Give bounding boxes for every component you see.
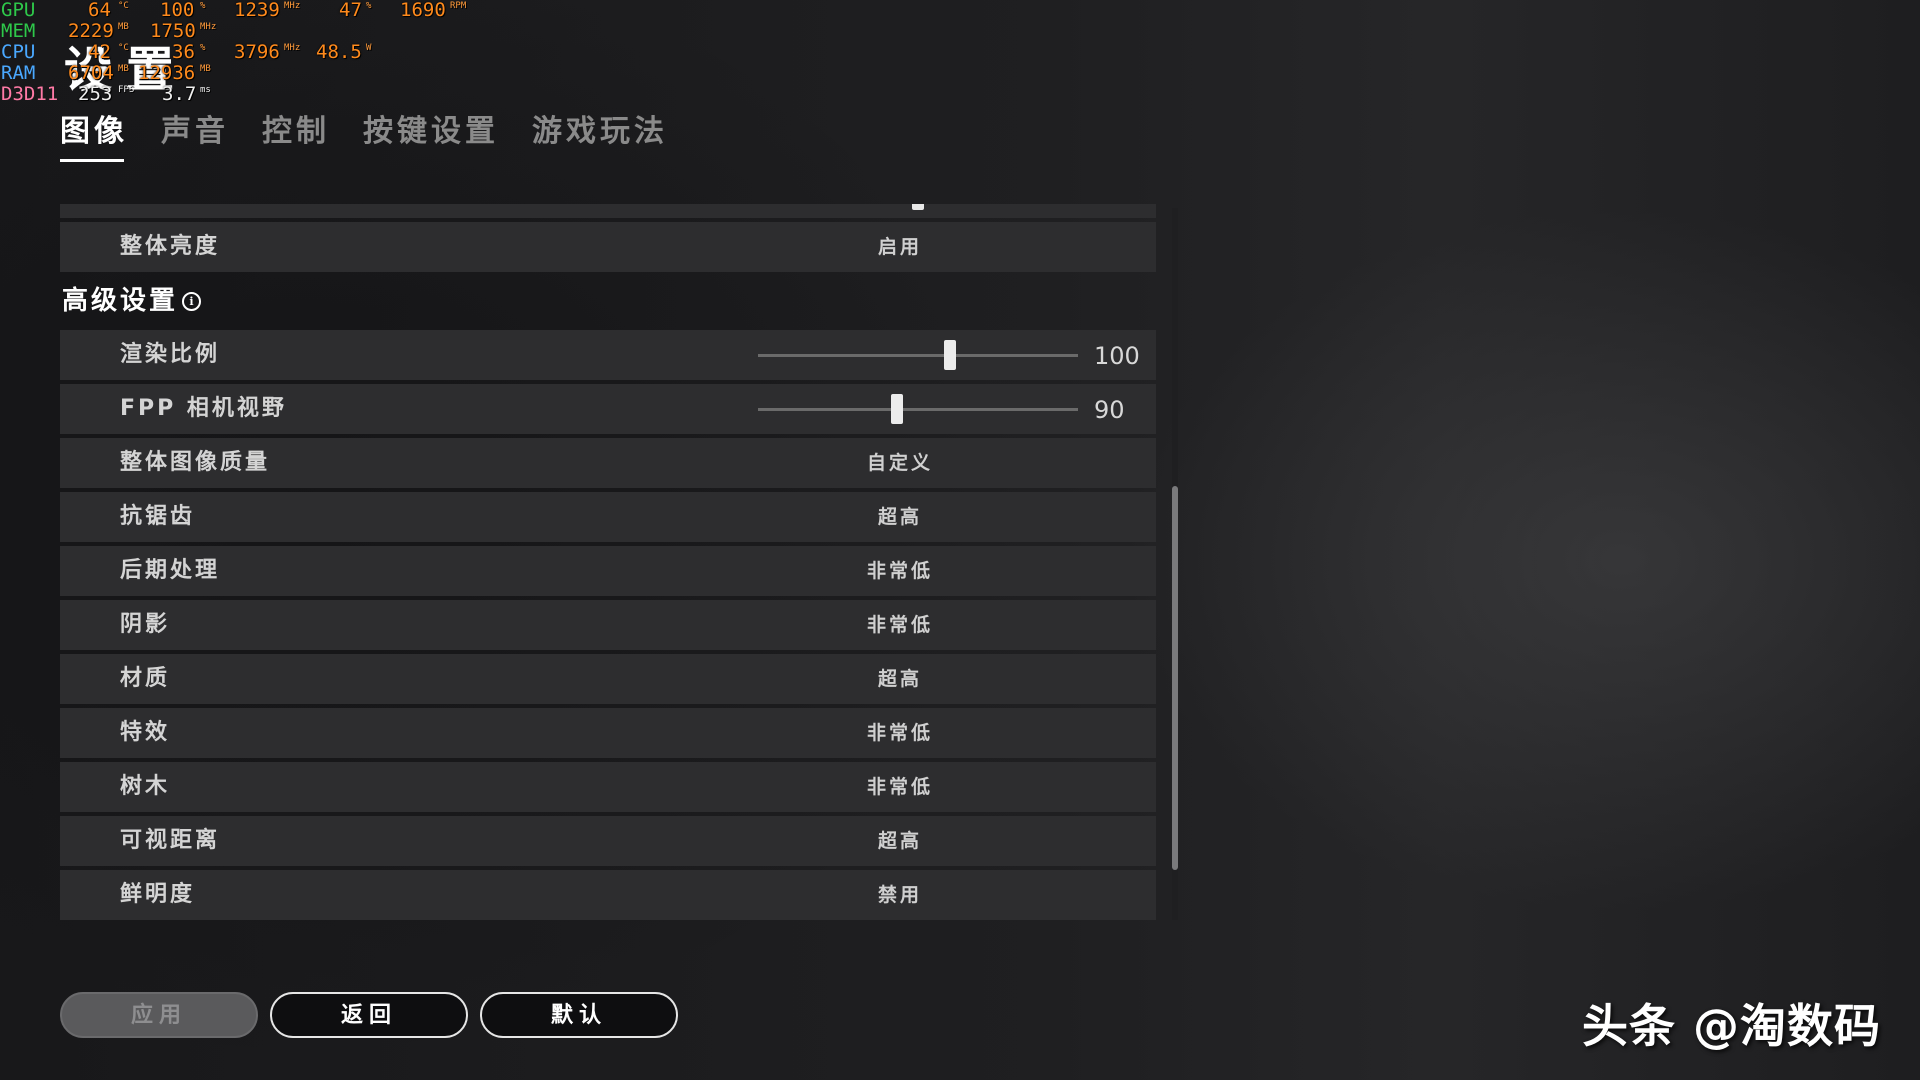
- setting-value[interactable]: 自定义: [867, 438, 933, 488]
- setting-row-post-processing[interactable]: 后期处理 非常低: [60, 546, 1156, 596]
- overlay-cpu-key: CPU: [1, 41, 36, 63]
- overlay-gpu-fan: 47: [339, 0, 362, 21]
- overlay-gpu-rpm-unit: RPM: [450, 1, 467, 11]
- overlay-gpu-clock-unit: MHz: [284, 1, 301, 11]
- overlay-mem-key: MEM: [1, 20, 36, 42]
- overlay-cpu-temp: 42: [88, 41, 111, 63]
- setting-value[interactable]: 非常低: [867, 762, 933, 812]
- overlay-mem-clock: 1750: [150, 20, 196, 42]
- setting-label: 抗锯齿: [120, 504, 196, 529]
- overlay-frametime-unit: ms: [200, 85, 211, 95]
- overlay-frametime: 3.7: [162, 83, 197, 105]
- overlay-gpu-load: 100: [160, 0, 195, 21]
- watermark: 头条 @淘数码: [1582, 999, 1882, 1053]
- tab-control[interactable]: 控制: [262, 106, 330, 156]
- overlay-gpu-temp: 64: [88, 0, 111, 21]
- overlay-ram-total-unit: MB: [200, 64, 211, 74]
- setting-row-foliage[interactable]: 树木 非常低: [60, 762, 1156, 812]
- overlay-gpu-temp-unit: °C: [118, 1, 129, 11]
- setting-row-overall-quality[interactable]: 整体图像质量 自定义: [60, 438, 1156, 488]
- setting-value[interactable]: 启用: [878, 222, 922, 272]
- overlay-mem-used-unit: MB: [118, 22, 129, 32]
- overlay-cpu-power: 48.5: [316, 41, 362, 63]
- section-title: 高级设置: [62, 286, 179, 316]
- overlay-d3d-key: D3D11: [1, 83, 59, 105]
- render-scale-slider-track[interactable]: [758, 354, 1078, 357]
- setting-row-textures[interactable]: 材质 超高: [60, 654, 1156, 704]
- overlay-fps-unit: FPS: [118, 85, 135, 95]
- overlay-cpu-power-unit: W: [366, 43, 372, 53]
- setting-label: 整体亮度: [120, 234, 221, 259]
- setting-row-view-distance[interactable]: 可视距离 超高: [60, 816, 1156, 866]
- setting-label: 可视距离: [120, 828, 221, 853]
- info-icon[interactable]: i: [182, 292, 202, 311]
- tab-gameplay[interactable]: 游戏玩法: [532, 106, 668, 156]
- setting-label: 材质: [120, 666, 171, 691]
- overlay-ram-used: 6704: [68, 62, 114, 84]
- tab-keybindings[interactable]: 按键设置: [363, 106, 499, 156]
- overlay-cpu-clock: 3796: [234, 41, 280, 63]
- render-scale-slider-thumb[interactable]: [944, 340, 956, 370]
- setting-value[interactable]: 非常低: [867, 546, 933, 596]
- setting-label: FPP 相机视野: [120, 396, 287, 421]
- setting-value[interactable]: 超高: [878, 816, 922, 866]
- default-button[interactable]: 默认: [480, 992, 678, 1038]
- setting-row-shadows[interactable]: 阴影 非常低: [60, 600, 1156, 650]
- tab-sound[interactable]: 声音: [161, 106, 229, 156]
- setting-value[interactable]: 超高: [878, 654, 922, 704]
- advanced-settings-header: 高级设置 i: [62, 280, 202, 317]
- overlay-cpu-load-unit: %: [200, 43, 206, 53]
- setting-row-anti-aliasing[interactable]: 抗锯齿 超高: [60, 492, 1156, 542]
- setting-label: 特效: [120, 720, 171, 745]
- fpp-fov-slider-track[interactable]: [758, 408, 1078, 411]
- setting-value[interactable]: 超高: [878, 492, 922, 542]
- overlay-gpu-rpm: 1690: [400, 0, 446, 21]
- apply-button[interactable]: 应用: [60, 992, 258, 1038]
- setting-label: 阴影: [120, 612, 171, 637]
- setting-row-effects[interactable]: 特效 非常低: [60, 708, 1156, 758]
- setting-value[interactable]: 非常低: [867, 600, 933, 650]
- setting-row-overall-brightness[interactable]: 整体亮度 启用: [60, 222, 1156, 272]
- setting-value[interactable]: 非常低: [867, 708, 933, 758]
- setting-value[interactable]: 禁用: [878, 870, 922, 920]
- setting-label: 整体图像质量: [120, 450, 271, 475]
- overlay-cpu-load: 36: [172, 41, 195, 63]
- overlay-fps: 253: [78, 83, 113, 105]
- setting-label: 树木: [120, 774, 171, 799]
- overlay-ram-total: 12936: [138, 62, 196, 84]
- tab-graphics[interactable]: 图像: [60, 106, 128, 162]
- setting-row-fpp-fov: FPP 相机视野 90: [60, 384, 1156, 434]
- overlay-ram-key: RAM: [1, 62, 36, 84]
- fpp-fov-value: 90: [1094, 396, 1125, 424]
- overlay-gpu-clock: 1239: [234, 0, 280, 21]
- scrollbar-thumb[interactable]: [1172, 486, 1178, 870]
- render-scale-value: 100: [1094, 342, 1140, 370]
- overlay-cpu-temp-unit: °C: [118, 43, 129, 53]
- settings-tabs: 图像 声音 控制 按键设置 游戏玩法: [60, 106, 701, 162]
- overlay-gpu-key: GPU: [1, 0, 36, 21]
- overlay-mem-used: 2229: [68, 20, 114, 42]
- back-button[interactable]: 返回: [270, 992, 468, 1038]
- setting-row-render-scale: 渲染比例 100: [60, 330, 1156, 380]
- overlay-mem-clock-unit: MHz: [200, 22, 217, 32]
- clipped-slider-thumb: [912, 204, 924, 210]
- overlay-gpu-load-unit: %: [200, 1, 206, 11]
- setting-label: 鲜明度: [120, 882, 196, 907]
- clipped-row: [60, 204, 1156, 218]
- setting-label: 后期处理: [120, 558, 221, 583]
- setting-label: 渲染比例: [120, 342, 221, 367]
- overlay-gpu-fan-unit: %: [366, 1, 372, 11]
- overlay-cpu-clock-unit: MHz: [284, 43, 301, 53]
- setting-row-sharpness[interactable]: 鲜明度 禁用: [60, 870, 1156, 920]
- settings-list: 整体亮度 启用 高级设置 i 渲染比例 100 FPP 相机视野 90 整体图像质…: [60, 204, 1156, 920]
- game-settings-screen: GPU 64 °C 100 % 1239 MHz 47 % 1690 RPM M…: [0, 0, 1920, 1080]
- fpp-fov-slider-thumb[interactable]: [891, 394, 904, 424]
- overlay-ram-used-unit: MB: [118, 64, 129, 74]
